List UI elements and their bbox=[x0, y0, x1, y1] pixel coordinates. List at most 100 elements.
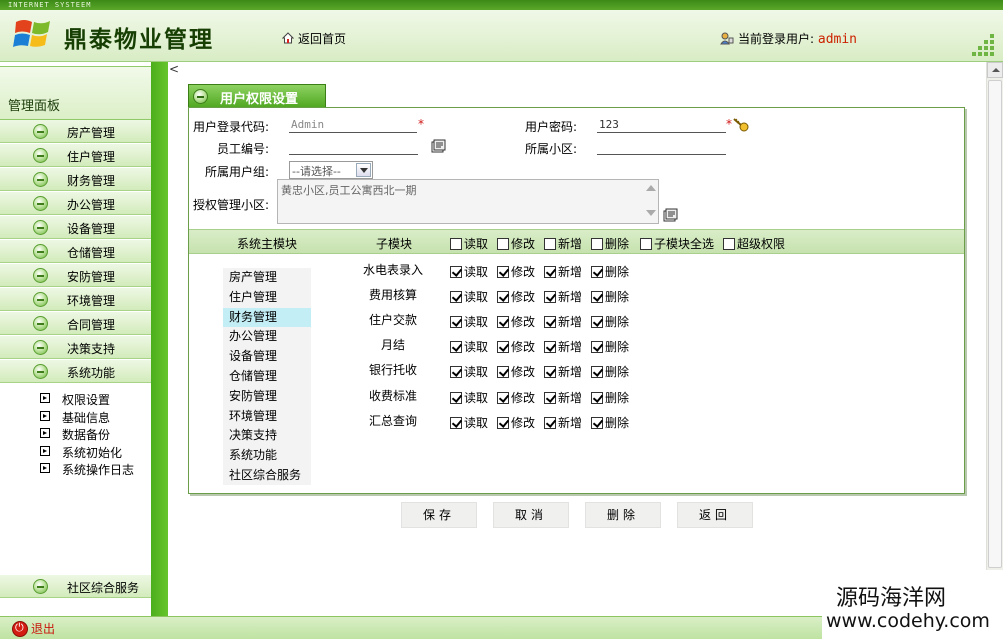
add-checkbox[interactable]: 新增 bbox=[544, 338, 582, 355]
bullet-icon bbox=[33, 292, 48, 307]
bullet-icon bbox=[33, 579, 48, 594]
module-item[interactable]: 社区综合服务 bbox=[223, 466, 311, 485]
module-item[interactable]: 住户管理 bbox=[223, 288, 311, 307]
read-checkbox[interactable]: 读取 bbox=[450, 313, 488, 330]
edit-all-checkbox[interactable]: 修改 bbox=[497, 235, 535, 252]
page-scrollbar[interactable] bbox=[986, 62, 1003, 616]
subitem-backup[interactable]: 数据备份 bbox=[40, 425, 150, 442]
group-select[interactable]: --请选择-- bbox=[289, 161, 373, 179]
delete-checkbox[interactable]: 删除 bbox=[591, 288, 629, 305]
scroll-thumb[interactable] bbox=[988, 80, 1002, 568]
checkbox-checked-icon bbox=[497, 316, 509, 328]
password-input[interactable] bbox=[597, 116, 726, 133]
pick-list-icon[interactable] bbox=[663, 208, 679, 222]
delete-checkbox[interactable]: 删除 bbox=[591, 414, 629, 431]
sidebar-item-system[interactable]: 系统功能 bbox=[0, 360, 151, 383]
module-item[interactable]: 系统功能 bbox=[223, 446, 311, 465]
sidebar-item-property[interactable]: 房产管理 bbox=[0, 120, 151, 143]
subitem-operation-log[interactable]: 系统操作日志 bbox=[40, 460, 150, 477]
module-item[interactable]: 环境管理 bbox=[223, 407, 311, 426]
textarea-scrollbar[interactable] bbox=[643, 180, 658, 223]
module-item[interactable]: 房产管理 bbox=[223, 268, 311, 287]
edit-checkbox[interactable]: 修改 bbox=[497, 288, 535, 305]
module-item[interactable]: 设备管理 bbox=[223, 347, 311, 366]
tab-user-permissions[interactable]: 用户权限设置 bbox=[188, 84, 326, 108]
bullet-icon bbox=[193, 89, 208, 104]
sidebar-item-community-service[interactable]: 社区综合服务 bbox=[0, 575, 151, 598]
read-checkbox[interactable]: 读取 bbox=[450, 338, 488, 355]
add-checkbox[interactable]: 新增 bbox=[544, 389, 582, 406]
save-button[interactable]: 保存 bbox=[401, 502, 477, 528]
edit-checkbox[interactable]: 修改 bbox=[497, 414, 535, 431]
sidebar-item-equipment[interactable]: 设备管理 bbox=[0, 216, 151, 239]
edit-checkbox[interactable]: 修改 bbox=[497, 338, 535, 355]
login-code-input[interactable] bbox=[289, 116, 417, 133]
employee-no-input[interactable] bbox=[289, 138, 418, 155]
module-item[interactable]: 仓储管理 bbox=[223, 367, 311, 386]
logout-button[interactable]: 退出 bbox=[12, 620, 55, 637]
sidebar-item-residents[interactable]: 住户管理 bbox=[0, 144, 151, 167]
checkbox-checked-icon bbox=[497, 366, 509, 378]
delete-checkbox[interactable]: 删除 bbox=[591, 363, 629, 380]
sidebar-item-environment[interactable]: 环境管理 bbox=[0, 288, 151, 311]
required-mark: * bbox=[418, 117, 424, 131]
subitem-label: 数据备份 bbox=[62, 428, 111, 442]
key-icon[interactable] bbox=[732, 117, 750, 133]
checkbox-checked-icon bbox=[544, 291, 556, 303]
sidebar-item-security[interactable]: 安防管理 bbox=[0, 264, 151, 287]
edit-checkbox[interactable]: 修改 bbox=[497, 363, 535, 380]
pick-list-icon[interactable] bbox=[431, 139, 447, 153]
checkbox-label: 读取 bbox=[464, 416, 489, 430]
super-permission-checkbox[interactable]: 超级权限 bbox=[723, 235, 785, 252]
read-checkbox[interactable]: 读取 bbox=[450, 288, 488, 305]
checkbox-checked-icon bbox=[450, 266, 462, 278]
checkbox-checked-icon bbox=[544, 266, 556, 278]
read-all-checkbox[interactable]: 读取 bbox=[450, 235, 488, 252]
add-checkbox[interactable]: 新增 bbox=[544, 414, 582, 431]
sidebar-item-contract[interactable]: 合同管理 bbox=[0, 312, 151, 335]
add-checkbox[interactable]: 新增 bbox=[544, 313, 582, 330]
delete-checkbox[interactable]: 删除 bbox=[591, 263, 629, 280]
checkbox-label: 新增 bbox=[558, 365, 583, 379]
select-all-checkbox[interactable]: 子模块全选 bbox=[640, 235, 714, 252]
collapse-sidebar-button[interactable]: < bbox=[169, 62, 179, 76]
delete-checkbox[interactable]: 删除 bbox=[591, 313, 629, 330]
subitem-basic-info[interactable]: 基础信息 bbox=[40, 408, 150, 425]
sidebar-item-label: 安防管理 bbox=[67, 270, 116, 284]
add-checkbox[interactable]: 新增 bbox=[544, 363, 582, 380]
subitem-init[interactable]: 系统初始化 bbox=[40, 443, 150, 460]
sidebar-item-decision[interactable]: 决策支持 bbox=[0, 336, 151, 359]
read-checkbox[interactable]: 读取 bbox=[450, 363, 488, 380]
authorized-communities-textarea[interactable]: 黄忠小区,员工公寓西北一期 bbox=[277, 179, 659, 224]
home-link[interactable]: 返回首页 bbox=[282, 30, 346, 47]
read-checkbox[interactable]: 读取 bbox=[450, 263, 488, 280]
edit-checkbox[interactable]: 修改 bbox=[497, 263, 535, 280]
module-item[interactable]: 安防管理 bbox=[223, 387, 311, 406]
sidebar-item-finance[interactable]: 财务管理 bbox=[0, 168, 151, 191]
module-item-selected[interactable]: 财务管理 bbox=[223, 308, 311, 327]
read-checkbox[interactable]: 读取 bbox=[450, 389, 488, 406]
edit-checkbox[interactable]: 修改 bbox=[497, 313, 535, 330]
community-input[interactable] bbox=[597, 138, 726, 155]
subitem-permissions[interactable]: 权限设置 bbox=[40, 390, 150, 407]
module-item[interactable]: 办公管理 bbox=[223, 327, 311, 346]
edit-checkbox[interactable]: 修改 bbox=[497, 389, 535, 406]
home-icon bbox=[282, 32, 294, 44]
sidebar-item-office[interactable]: 办公管理 bbox=[0, 192, 151, 215]
checkbox-checked-icon bbox=[591, 291, 603, 303]
back-button[interactable]: 返回 bbox=[677, 502, 753, 528]
delete-all-checkbox[interactable]: 删除 bbox=[591, 235, 629, 252]
read-checkbox[interactable]: 读取 bbox=[450, 414, 488, 431]
cancel-button[interactable]: 取消 bbox=[493, 502, 569, 528]
delete-button[interactable]: 删除 bbox=[585, 502, 661, 528]
delete-checkbox[interactable]: 删除 bbox=[591, 338, 629, 355]
sidebar-item-warehouse[interactable]: 仓储管理 bbox=[0, 240, 151, 263]
add-checkbox[interactable]: 新增 bbox=[544, 263, 582, 280]
add-checkbox[interactable]: 新增 bbox=[544, 288, 582, 305]
checkbox-label: 新增 bbox=[558, 391, 583, 405]
add-all-checkbox[interactable]: 新增 bbox=[544, 235, 582, 252]
module-item[interactable]: 决策支持 bbox=[223, 426, 311, 445]
scroll-up-button[interactable] bbox=[987, 62, 1003, 78]
checkbox-checked-icon bbox=[591, 417, 603, 429]
delete-checkbox[interactable]: 删除 bbox=[591, 389, 629, 406]
